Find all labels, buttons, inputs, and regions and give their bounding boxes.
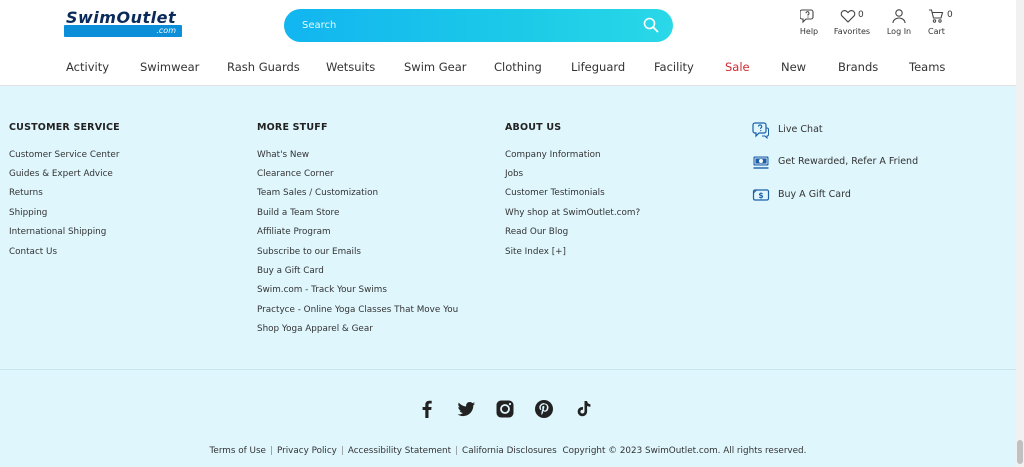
logo-domain: .com (64, 25, 182, 37)
about-us-heading: ABOUT US (505, 122, 562, 133)
link-whats-new[interactable]: What's New (257, 150, 309, 160)
page-scrollbar[interactable] (1016, 0, 1024, 467)
user-icon (892, 9, 906, 24)
cart-button[interactable]: 0 Cart (926, 8, 956, 38)
login-label: Log In (886, 27, 912, 36)
link-customer-service-center[interactable]: Customer Service Center (9, 150, 119, 160)
link-returns[interactable]: Returns (9, 188, 43, 198)
gift-card-label: Buy A Gift Card (778, 189, 851, 200)
cart-icon (929, 9, 944, 23)
legal-bar: Terms of Use | Privacy Policy | Accessibilit… (0, 446, 1016, 456)
live-chat-label: Live Chat (778, 124, 823, 135)
link-site-index[interactable]: Site Index [+] (505, 247, 566, 257)
help-chat-icon (800, 9, 814, 24)
login-button[interactable]: Log In (886, 8, 912, 38)
tiktok-icon[interactable] (572, 398, 594, 420)
link-affiliate-program[interactable]: Affiliate Program (257, 227, 331, 237)
nav-item-swimwear[interactable]: Swimwear (140, 60, 199, 74)
nav-item-activity[interactable]: Activity (66, 60, 109, 74)
nav-item-swim-gear[interactable]: Swim Gear (404, 60, 467, 74)
site-footer: CUSTOMER SERVICE Customer Service Center… (0, 86, 1016, 467)
site-header: SwimOutlet .com Help 0 Favorites Log In (0, 0, 1024, 86)
nav-item-rash-guards[interactable]: Rash Guards (227, 60, 300, 74)
nav-item-lifeguard[interactable]: Lifeguard (571, 60, 625, 74)
twitter-icon[interactable] (455, 398, 477, 420)
search-icon[interactable] (643, 17, 659, 33)
cart-count: 0 (947, 10, 953, 20)
link-shipping[interactable]: Shipping (9, 208, 47, 218)
cart-label: Cart (928, 27, 945, 36)
link-guides-expert-advice[interactable]: Guides & Expert Advice (9, 169, 113, 179)
scrollbar-thumb[interactable] (1017, 440, 1023, 464)
help-button[interactable]: Help (796, 8, 822, 38)
nav-item-clothing[interactable]: Clothing (494, 60, 542, 74)
gift-card-icon: $ (752, 189, 770, 201)
link-clearance-corner[interactable]: Clearance Corner (257, 169, 334, 179)
heart-icon (840, 10, 856, 23)
legal-separator: | (455, 446, 459, 456)
favorites-button[interactable]: 0 Favorites (832, 8, 872, 38)
link-swim-com[interactable]: Swim.com - Track Your Swims (257, 285, 387, 295)
instagram-icon[interactable] (494, 398, 516, 420)
swimoutlet-logo[interactable]: SwimOutlet .com (64, 8, 184, 37)
link-practyce[interactable]: Practyce - Online Yoga Classes That Move… (257, 305, 458, 315)
california-link[interactable]: California Disclosures (462, 446, 557, 456)
link-jobs[interactable]: Jobs (505, 169, 523, 179)
link-company-information[interactable]: Company Information (505, 150, 601, 160)
link-shop-yoga[interactable]: Shop Yoga Apparel & Gear (257, 324, 373, 334)
nav-item-sale[interactable]: Sale (725, 60, 750, 74)
link-buy-gift-card[interactable]: Buy a Gift Card (257, 266, 324, 276)
legal-separator: | (340, 446, 344, 456)
link-customer-testimonials[interactable]: Customer Testimonials (505, 188, 605, 198)
copyright-text: Copyright © 2023 SwimOutlet.com. All rig… (562, 446, 807, 456)
live-chat-icon (752, 122, 769, 139)
main-nav: Activity Swimwear Rash Guards Wetsuits S… (0, 58, 1024, 78)
link-why-shop[interactable]: Why shop at SwimOutlet.com? (505, 208, 640, 218)
link-subscribe-emails[interactable]: Subscribe to our Emails (257, 247, 361, 257)
help-label: Help (799, 27, 819, 36)
nav-item-wetsuits[interactable]: Wetsuits (326, 60, 375, 74)
customer-service-heading: CUSTOMER SERVICE (9, 122, 120, 133)
favorites-label: Favorites (833, 27, 871, 36)
svg-text:$: $ (758, 191, 763, 200)
pinterest-icon[interactable] (533, 398, 555, 420)
money-icon (753, 156, 769, 169)
link-team-sales[interactable]: Team Sales / Customization (257, 188, 378, 198)
legal-separator: | (269, 446, 273, 456)
link-build-team-store[interactable]: Build a Team Store (257, 208, 339, 218)
nav-item-new[interactable]: New (781, 60, 806, 74)
link-read-blog[interactable]: Read Our Blog (505, 227, 568, 237)
nav-item-brands[interactable]: Brands (838, 60, 878, 74)
nav-item-facility[interactable]: Facility (654, 60, 694, 74)
facebook-icon[interactable] (416, 398, 438, 420)
more-stuff-heading: MORE STUFF (257, 122, 328, 133)
nav-item-teams[interactable]: Teams (909, 60, 945, 74)
search-input[interactable] (302, 17, 622, 34)
rewards-label: Get Rewarded, Refer A Friend (778, 156, 919, 167)
accessibility-link[interactable]: Accessibility Statement (348, 446, 451, 456)
link-international-shipping[interactable]: International Shipping (9, 227, 106, 237)
terms-link[interactable]: Terms of Use (210, 446, 266, 456)
favorites-count: 0 (858, 10, 864, 20)
footer-divider (0, 369, 1016, 370)
privacy-link[interactable]: Privacy Policy (277, 446, 337, 456)
link-contact-us[interactable]: Contact Us (9, 247, 57, 257)
search-bar (284, 9, 673, 42)
